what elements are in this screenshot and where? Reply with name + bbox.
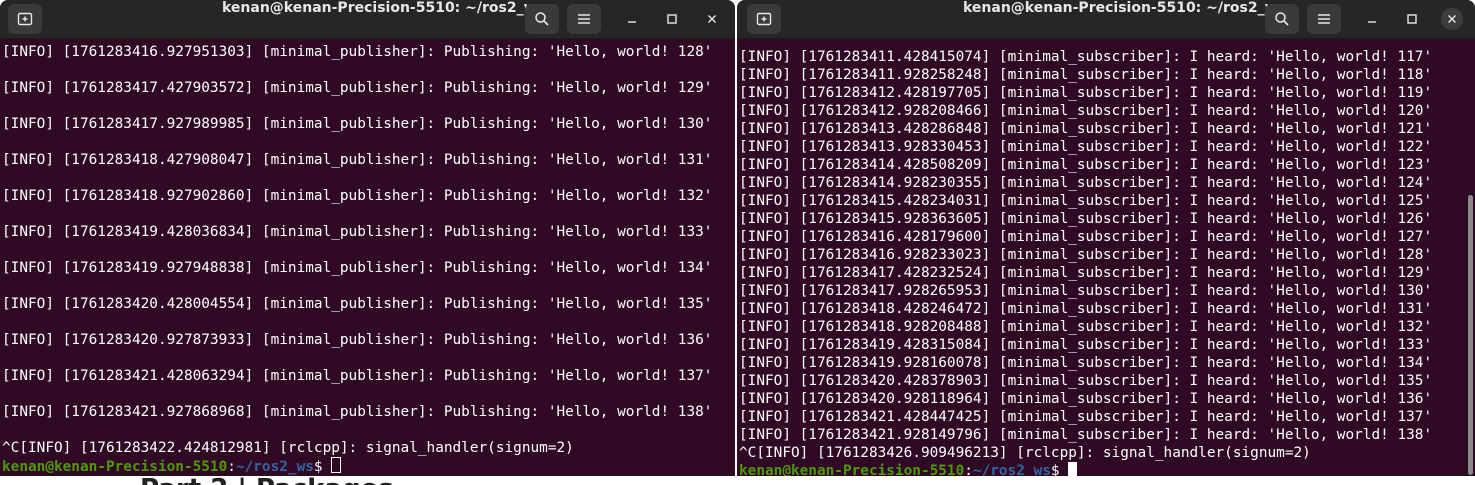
log-line: [INFO] [1761283416.928233023] [minimal_s… [739, 247, 1433, 263]
prompt-user: kenan@kenan-Precision-5510 [739, 463, 965, 476]
log-line: [INFO] [1761283420.928118964] [minimal_s… [739, 391, 1433, 407]
prompt-path: ~/ros2_ws [972, 463, 1051, 476]
minimize-icon [628, 21, 636, 23]
log-line: [INFO] [1761283419.927948838] [minimal_p… [2, 260, 713, 276]
maximize-icon [667, 14, 677, 24]
log-line: [INFO] [1761283417.428232524] [minimal_s… [739, 265, 1433, 281]
search-icon [1275, 12, 1289, 26]
log-line: [INFO] [1761283418.428246472] [minimal_s… [739, 301, 1433, 317]
log-line: [INFO] [1761283421.428063294] [minimal_p… [2, 368, 713, 384]
log-line: [INFO] [1761283421.927868968] [minimal_p… [2, 404, 713, 420]
terminal-window-subscriber: kenan@kenan-Precision-5510: ~/ros2_ws [I… [737, 0, 1475, 476]
log-line: [INFO] [1761283416.428179600] [minimal_s… [739, 229, 1433, 245]
log-line: [INFO] [1761283411.428415074] [minimal_s… [739, 49, 1433, 65]
search-button[interactable] [1265, 4, 1299, 34]
log-line: [INFO] [1761283417.427903572] [minimal_p… [2, 80, 713, 96]
close-button[interactable] [1441, 8, 1463, 30]
log-line: [INFO] [1761283418.928208488] [minimal_s… [739, 319, 1433, 335]
log-line: [INFO] [1761283419.428036834] [minimal_p… [2, 224, 713, 240]
background-document: Part 2 | Packages [0, 476, 1475, 485]
terminal-window-publisher: kenan@kenan-Precision-5510: ~/ros2_ws [I… [0, 0, 735, 476]
minimize-icon [1368, 21, 1376, 23]
log-line: [INFO] [1761283420.927873933] [minimal_p… [2, 332, 713, 348]
prompt-symbol: $ [313, 459, 332, 475]
log-line: [INFO] [1761283421.928149796] [minimal_s… [739, 427, 1433, 443]
log-line: [INFO] [1761283417.927989985] [minimal_p… [2, 116, 713, 132]
shell-prompt[interactable]: kenan@kenan-Precision-5510:~/ros2_ws$ [739, 462, 1465, 476]
maximize-button[interactable] [1401, 8, 1423, 30]
hamburger-menu-icon [578, 14, 590, 24]
minimize-button[interactable] [621, 8, 643, 30]
terminal-output[interactable]: [INFO] [1761283416.927951303] [minimal_p… [2, 43, 725, 476]
prompt-separator: : [227, 459, 236, 475]
menu-button[interactable] [1307, 4, 1341, 34]
window-title: kenan@kenan-Precision-5510: ~/ros2_ws [963, 0, 1286, 16]
log-line: [INFO] [1761283414.428508209] [minimal_s… [739, 157, 1433, 173]
log-line: [INFO] [1761283420.428378903] [minimal_s… [739, 373, 1433, 389]
hamburger-menu-icon [1318, 14, 1330, 24]
log-line: [INFO] [1761283419.928160078] [minimal_s… [739, 355, 1433, 371]
log-line: [INFO] [1761283412.428197705] [minimal_s… [739, 85, 1433, 101]
search-button[interactable] [525, 4, 559, 34]
prompt-symbol: $ [1050, 463, 1069, 476]
close-icon [1448, 15, 1456, 23]
signal-line: ^C[INFO] [1761283422.424812981] [rclcpp]… [2, 440, 574, 456]
prompt-separator: : [964, 463, 973, 476]
terminal-output[interactable]: [INFO] [1761283411.428415074] [minimal_s… [739, 48, 1465, 476]
minimize-button[interactable] [1361, 8, 1383, 30]
search-icon [535, 12, 549, 26]
log-line: [INFO] [1761283411.928258248] [minimal_s… [739, 67, 1433, 83]
log-line: [INFO] [1761283415.928363605] [minimal_s… [739, 211, 1433, 227]
new-tab-icon [756, 12, 772, 26]
signal-line: ^C[INFO] [1761283426.909496213] [rclcpp]… [739, 445, 1311, 461]
log-line: [INFO] [1761283412.928208466] [minimal_s… [739, 103, 1433, 119]
window-title: kenan@kenan-Precision-5510: ~/ros2_ws [222, 0, 545, 16]
menu-button[interactable] [567, 4, 601, 34]
log-line: [INFO] [1761283418.427908047] [minimal_p… [2, 152, 713, 168]
log-line: [INFO] [1761283417.928265953] [minimal_s… [739, 283, 1433, 299]
maximize-icon [1407, 14, 1417, 24]
titlebar[interactable]: kenan@kenan-Precision-5510: ~/ros2_ws [0, 0, 735, 39]
new-tab-button[interactable] [747, 4, 781, 34]
log-line: [INFO] [1761283414.928230355] [minimal_s… [739, 175, 1433, 191]
new-tab-button[interactable] [8, 4, 42, 34]
log-line: [INFO] [1761283418.927902860] [minimal_p… [2, 188, 713, 204]
prompt-user: kenan@kenan-Precision-5510 [2, 459, 228, 475]
log-line: [INFO] [1761283416.927951303] [minimal_p… [2, 44, 713, 60]
close-button[interactable] [701, 8, 723, 30]
titlebar[interactable]: kenan@kenan-Precision-5510: ~/ros2_ws [737, 0, 1475, 39]
log-line: [INFO] [1761283421.428447425] [minimal_s… [739, 409, 1433, 425]
scrollbar[interactable] [1468, 195, 1473, 475]
shell-prompt[interactable]: kenan@kenan-Precision-5510:~/ros2_ws$ [2, 457, 725, 475]
log-line: [INFO] [1761283415.428234031] [minimal_s… [739, 193, 1433, 209]
log-line: [INFO] [1761283413.928330453] [minimal_s… [739, 139, 1433, 155]
background-heading: Part 2 | Packages [140, 476, 394, 485]
log-line: [INFO] [1761283420.428004554] [minimal_p… [2, 296, 713, 312]
text-cursor [331, 457, 342, 473]
text-cursor [1068, 462, 1078, 476]
new-tab-icon [17, 12, 33, 26]
log-line: [INFO] [1761283413.428286848] [minimal_s… [739, 121, 1433, 137]
prompt-path: ~/ros2_ws [235, 459, 314, 475]
maximize-button[interactable] [661, 8, 683, 30]
log-line: [INFO] [1761283419.428315084] [minimal_s… [739, 337, 1433, 353]
close-icon [708, 15, 716, 23]
